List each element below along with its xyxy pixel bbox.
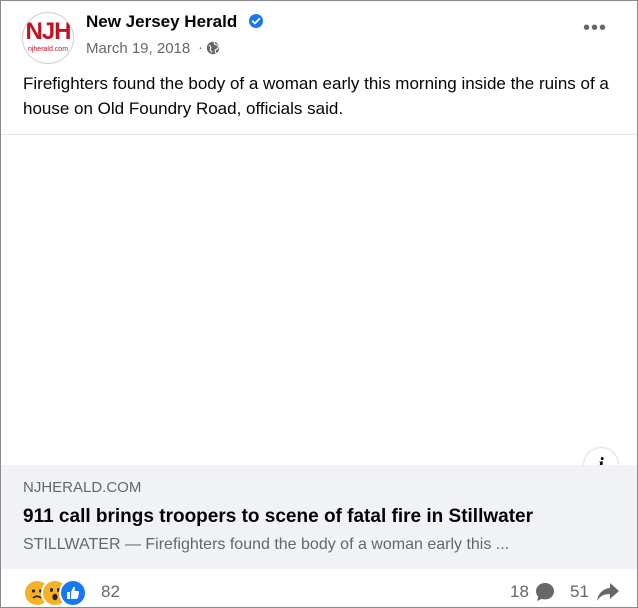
more-options-button[interactable]: ••• [580, 18, 610, 41]
share-icon[interactable] [596, 581, 620, 607]
post-card: NJH njherald.com New Jersey Herald March… [0, 0, 638, 608]
verified-badge-icon [249, 14, 263, 28]
link-preview-card[interactable]: NJHERALD.COM 911 call brings troopers to… [1, 465, 637, 569]
like-reaction-icon [59, 579, 87, 607]
globe-icon [206, 41, 220, 60]
avatar-logo-subtext: njherald.com [27, 46, 69, 53]
avatar-logo-text: NJH [25, 18, 71, 45]
page-name-link[interactable]: New Jersey Herald [86, 12, 237, 32]
link-title[interactable]: 911 call brings troopers to scene of fat… [23, 506, 533, 528]
comment-icon[interactable] [534, 581, 556, 607]
link-description: STILLWATER — Firefighters found the body… [23, 536, 510, 553]
post-body-text: Firefighters found the body of a woman e… [23, 74, 609, 118]
page-avatar[interactable]: NJH njherald.com [22, 12, 74, 64]
reaction-count[interactable]: 82 [101, 582, 120, 602]
link-domain: NJHERALD.COM [23, 479, 142, 496]
share-count[interactable]: 51 [570, 582, 589, 602]
comment-count[interactable]: 18 [510, 582, 529, 602]
link-preview-image[interactable] [1, 135, 637, 465]
date-separator: · [198, 39, 203, 56]
post-timestamp-link[interactable]: March 19, 2018 [86, 40, 190, 57]
